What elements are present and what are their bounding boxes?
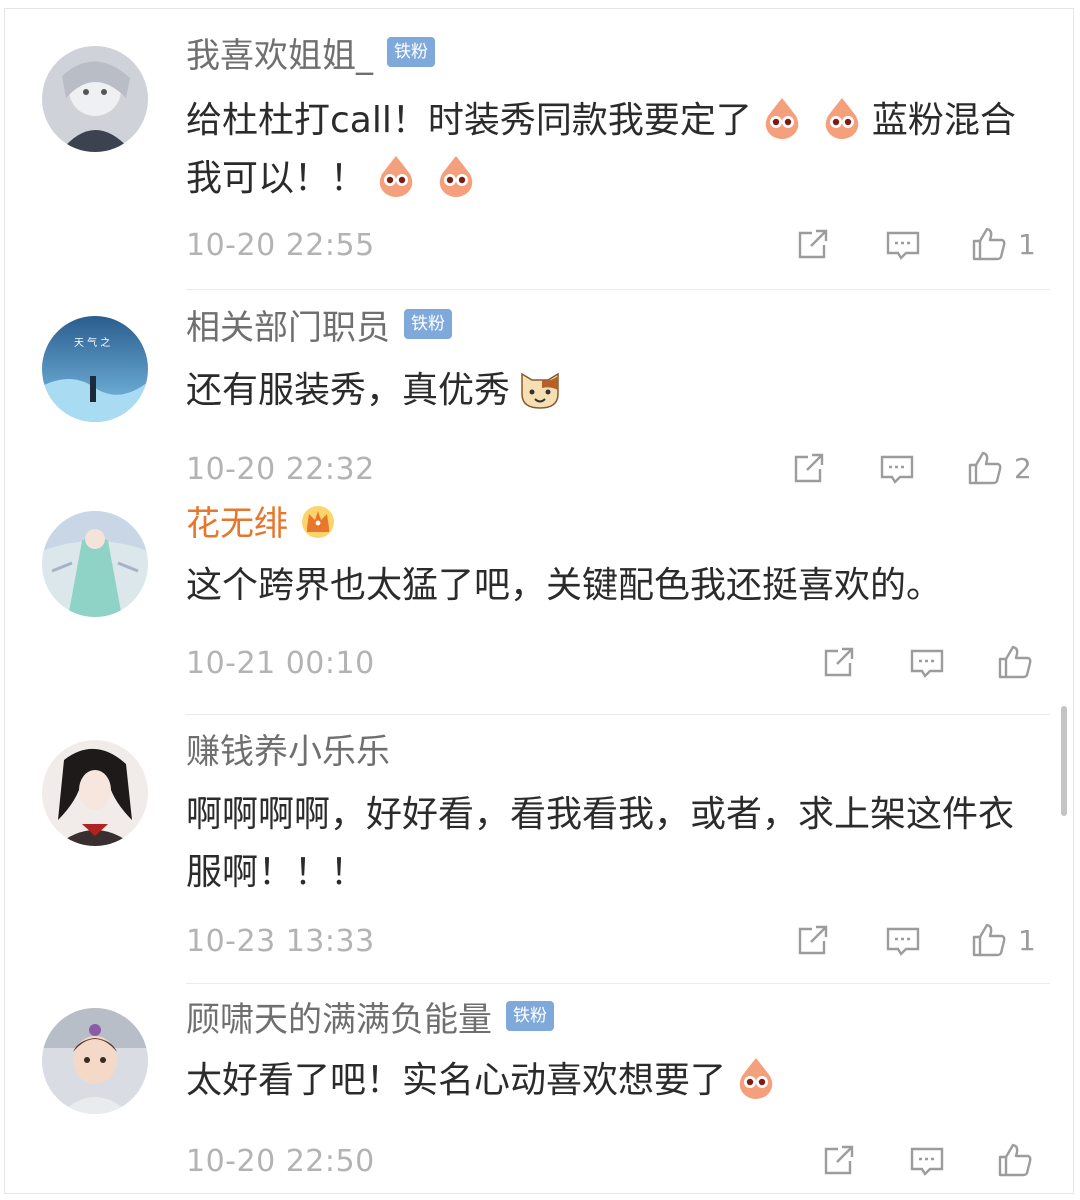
pink-drop-emoji xyxy=(758,94,806,142)
username[interactable]: 花无绯 xyxy=(186,496,288,545)
scrollbar[interactable] xyxy=(1061,706,1067,816)
share-button[interactable] xyxy=(794,222,832,266)
fan-badge: 铁粉 xyxy=(506,1001,554,1031)
divider xyxy=(186,983,1050,984)
divider xyxy=(186,714,1050,715)
username[interactable]: 顾啸天的满满负能量 xyxy=(186,992,492,1041)
pink-drop-emoji xyxy=(732,1054,780,1102)
comment-time: 10-20 22:50 xyxy=(186,1144,375,1179)
avatar[interactable]: 天 气 之 xyxy=(42,316,148,422)
comment-time: 10-20 22:55 xyxy=(186,228,375,263)
username[interactable]: 相关部门职员 xyxy=(186,300,390,349)
thumbs-up-icon xyxy=(996,1141,1034,1179)
comment-icon xyxy=(884,225,922,263)
comment-icon xyxy=(908,1141,946,1179)
avatar[interactable] xyxy=(42,511,148,617)
comment-text-part: 啊啊啊啊，好好看，看我看我，或者，求上架这件衣服啊！！！ xyxy=(186,794,1015,893)
thumbs-up-icon xyxy=(970,225,1008,263)
pink-drop-emoji xyxy=(432,152,480,200)
share-button[interactable] xyxy=(790,446,828,490)
divider xyxy=(186,289,1050,290)
like-button[interactable] xyxy=(996,640,1044,684)
share-icon xyxy=(790,449,828,487)
comment-text-part: 还有服装秀，真优秀 xyxy=(186,370,511,411)
like-count: 2 xyxy=(1014,451,1032,485)
comment-text: 给杜杜打call！时装秀同款我要定了 蓝粉混合我可以！！ xyxy=(186,92,1026,208)
share-icon xyxy=(794,225,832,263)
comment-icon xyxy=(884,921,922,959)
svg-text:天 气 之: 天 气 之 xyxy=(74,336,110,349)
share-button[interactable] xyxy=(820,1138,858,1182)
share-icon xyxy=(820,643,858,681)
thumbs-up-icon xyxy=(996,643,1034,681)
like-count: 1 xyxy=(1018,227,1036,261)
comment-icon xyxy=(878,449,916,487)
comment-icon xyxy=(908,643,946,681)
comment-list: 我喜欢姐姐_ 铁粉 给杜杜打call！时装秀同款我要定了 蓝粉混合我可以！！ 10… xyxy=(0,0,1080,1200)
username[interactable]: 赚钱养小乐乐 xyxy=(186,724,390,773)
comment-time: 10-20 22:32 xyxy=(186,452,375,487)
share-icon xyxy=(820,1141,858,1179)
reply-button[interactable] xyxy=(878,446,916,490)
avatar[interactable] xyxy=(42,740,148,846)
comment-text: 这个跨界也太猛了吧，关键配色我还挺喜欢的。 xyxy=(186,557,1026,615)
comment-text-part: 给杜杜打call！时装秀同款我要定了 xyxy=(186,100,752,141)
fan-badge: 铁粉 xyxy=(404,309,452,339)
thumbs-up-icon xyxy=(966,449,1004,487)
comment-text: 啊啊啊啊，好好看，看我看我，或者，求上架这件衣服啊！！！ xyxy=(186,786,1026,902)
comment-text: 太好看了吧！实名心动喜欢想要了 xyxy=(186,1052,1026,1110)
comment-text-part: 太好看了吧！实名心动喜欢想要了 xyxy=(186,1060,727,1101)
comment-time: 10-23 13:33 xyxy=(186,924,375,959)
comment-text-part: 这个跨界也太猛了吧，关键配色我还挺喜欢的。 xyxy=(186,565,943,606)
comment-time: 10-21 00:10 xyxy=(186,646,375,681)
like-count: 1 xyxy=(1018,923,1036,957)
fan-badge: 铁粉 xyxy=(387,37,435,67)
like-button[interactable]: 1 xyxy=(970,918,1036,962)
vip-crown-icon xyxy=(298,500,338,540)
reply-button[interactable] xyxy=(908,640,946,684)
avatar[interactable] xyxy=(42,1008,148,1114)
thumbs-up-icon xyxy=(970,921,1008,959)
like-button[interactable]: 1 xyxy=(970,222,1036,266)
share-icon xyxy=(794,921,832,959)
like-button[interactable] xyxy=(996,1138,1044,1182)
cat-emoji xyxy=(516,364,564,412)
share-button[interactable] xyxy=(820,640,858,684)
pink-drop-emoji xyxy=(818,94,866,142)
pink-drop-emoji xyxy=(372,152,420,200)
reply-button[interactable] xyxy=(884,222,922,266)
avatar[interactable] xyxy=(42,46,148,152)
reply-button[interactable] xyxy=(884,918,922,962)
reply-button[interactable] xyxy=(908,1138,946,1182)
share-button[interactable] xyxy=(794,918,832,962)
like-button[interactable]: 2 xyxy=(966,446,1032,490)
username[interactable]: 我喜欢姐姐_ xyxy=(186,28,373,77)
comment-text: 还有服装秀，真优秀 xyxy=(186,362,1026,420)
